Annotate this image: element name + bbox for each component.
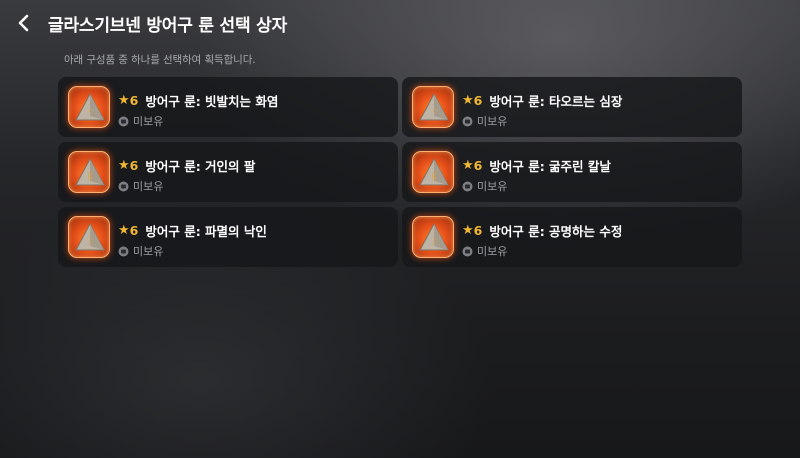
inventory-icon: [462, 246, 473, 256]
star-icon: ★: [462, 223, 474, 238]
rune-name: 방어구 룬: 거인의 팔: [145, 159, 256, 174]
rune-stone-icon: ᚲ: [68, 86, 110, 128]
grade-value: 6: [129, 93, 139, 108]
ownership-status: 미보유: [477, 115, 508, 128]
svg-text:ᚺ: ᚺ: [431, 170, 438, 183]
ownership-status: 미보유: [133, 180, 164, 193]
grade-value: 6: [473, 158, 483, 173]
rune-option-card[interactable]: ᛁ ★ 6 방어구 룬: 공명하는 수정 미보유: [402, 207, 742, 267]
rune-name: 방어구 룬: 타오르는 심장: [489, 94, 623, 109]
rune-option-card[interactable]: ᚲ ★ 6 방어구 룬: 타오르는 심장 미보유: [402, 77, 742, 137]
rune-stone-icon: ᛁ: [412, 216, 454, 258]
rune-stone-icon: ᛁ: [68, 216, 110, 258]
back-button[interactable]: [10, 9, 38, 37]
rune-option-card[interactable]: ᚺ ★ 6 방어구 룬: 거인의 팔 미보유: [58, 142, 398, 202]
inventory-icon: [118, 246, 129, 256]
inventory-icon: [462, 181, 473, 191]
svg-text:ᛁ: ᛁ: [87, 235, 94, 248]
rune-name: 방어구 룬: 굶주린 칼날: [489, 159, 611, 174]
svg-text:ᛁ: ᛁ: [431, 235, 438, 248]
grade-value: 6: [129, 158, 139, 173]
chevron-left-icon: [18, 14, 29, 32]
rune-name: 방어구 룬: 공명하는 수정: [489, 224, 623, 239]
instruction-text: 아래 구성품 중 하나를 선택하여 획득합니다.: [64, 54, 256, 66]
rune-stone-icon: ᚲ: [412, 86, 454, 128]
star-icon: ★: [462, 93, 474, 108]
star-icon: ★: [118, 158, 130, 173]
inventory-icon: [118, 181, 129, 191]
star-icon: ★: [118, 223, 130, 238]
inventory-icon: [462, 116, 473, 126]
rune-option-card[interactable]: ᛁ ★ 6 방어구 룬: 파멸의 낙인 미보유: [58, 207, 398, 267]
star-icon: ★: [462, 158, 474, 173]
grade-value: 6: [129, 223, 139, 238]
ownership-status: 미보유: [133, 115, 164, 128]
star-icon: ★: [118, 93, 130, 108]
rune-option-card[interactable]: ᚺ ★ 6 방어구 룬: 굶주린 칼날 미보유: [402, 142, 742, 202]
rune-option-card[interactable]: ᚲ ★ 6 방어구 룬: 빗발치는 화염 미보유: [58, 77, 398, 137]
rune-name: 방어구 룬: 파멸의 낙인: [145, 224, 267, 239]
rune-name: 방어구 룬: 빗발치는 화염: [145, 94, 279, 109]
svg-text:ᚺ: ᚺ: [87, 170, 94, 183]
svg-text:ᚲ: ᚲ: [87, 105, 94, 118]
ownership-status: 미보유: [133, 245, 164, 258]
rune-stone-icon: ᚺ: [68, 151, 110, 193]
ownership-status: 미보유: [477, 180, 508, 193]
rune-stone-icon: ᚺ: [412, 151, 454, 193]
grade-value: 6: [473, 93, 483, 108]
header-bar: 글라스기브넨 방어구 룬 선택 상자: [0, 0, 800, 46]
rune-option-grid: ᚲ ★ 6 방어구 룬: 빗발치는 화염 미보유 ᚲ ★ 6 방어구 룬: 타오르는 심…: [58, 77, 742, 267]
inventory-icon: [118, 116, 129, 126]
svg-text:ᚲ: ᚲ: [431, 105, 438, 118]
grade-value: 6: [473, 223, 483, 238]
page-title: 글라스기브넨 방어구 룬 선택 상자: [48, 16, 288, 36]
ownership-status: 미보유: [477, 245, 508, 258]
